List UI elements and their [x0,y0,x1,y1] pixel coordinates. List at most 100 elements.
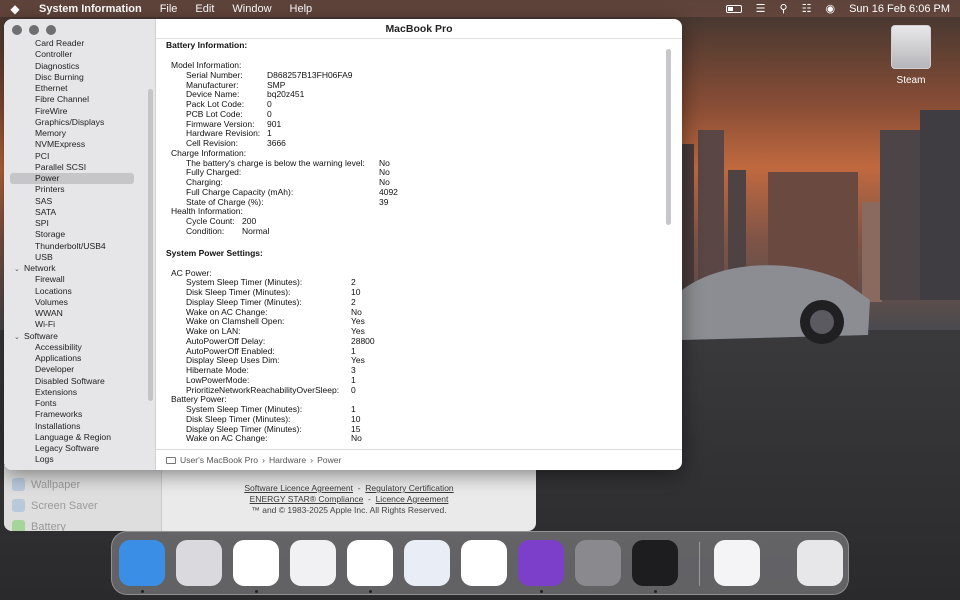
dock-vscode-icon[interactable] [347,540,393,586]
sidebar-item-label: Fonts [35,398,57,408]
sidebar-item-label: Controller [35,49,73,60]
dock-finder-icon[interactable] [119,540,165,586]
detail-scrollbar[interactable] [666,49,671,225]
sidebar-item[interactable]: Memory [4,128,150,139]
sidebar-item[interactable]: Disabled Software [4,376,150,387]
sidebar-item[interactable]: NVMExpress [4,139,150,150]
menu-help[interactable]: Help [281,3,322,15]
settings-sidebar-screen-saver[interactable]: Screen Saver [4,495,161,516]
sidebar-item[interactable]: Developer [4,364,150,375]
sidebar-item[interactable]: Power [10,173,134,185]
sidebar-item[interactable]: Wi-Fi [4,319,150,330]
sidebar-item[interactable]: Frameworks [4,409,150,420]
path-hardware[interactable]: Hardware [269,455,306,465]
siri-icon[interactable]: ◉ [825,2,835,15]
sidebar-item-label: SATA [35,206,57,217]
sidebar-item[interactable]: Applications [4,353,150,364]
sidebar-item[interactable]: Logs [4,454,150,465]
dock-mongodb-icon[interactable] [461,540,507,586]
path-power[interactable]: Power [317,455,341,465]
screen-saver-icon [12,499,25,512]
sidebar-item-label: Frameworks [35,409,83,420]
sidebar-item[interactable]: Ethernet [4,83,150,94]
sidebar-item-label: Disabled Software [35,375,105,386]
dock-xcode-instruments-icon[interactable] [290,540,336,586]
apple-menu-icon[interactable]: ◆ [0,2,30,16]
info-key: Condition: [186,225,225,236]
sidebar-item[interactable]: Thunderbolt/USB4 [4,241,150,252]
sidebar-item-label: Graphics/Displays [35,116,105,127]
sidebar-item[interactable]: Fonts [4,398,150,409]
close-button[interactable] [12,25,22,35]
chevron-down-icon[interactable]: ⌄ [14,264,24,275]
dock-github-desktop-icon[interactable] [518,540,564,586]
energy-star-link[interactable]: ENERGY STAR® Compliance [250,494,364,504]
regulatory-link[interactable]: Regulatory Certification [365,483,453,493]
info-row: Condition: Normal [156,225,682,237]
sidebar-item[interactable]: PCI [4,151,150,162]
app-menu[interactable]: System Information [30,3,151,15]
sidebar-item[interactable]: Fibre Channel [4,94,150,105]
sidebar-item[interactable]: Controller [4,49,150,60]
dock-terminal-icon[interactable] [632,540,678,586]
sidebar-item-label: SPI [35,218,49,228]
sidebar-item[interactable]: USB [4,252,150,263]
sidebar-item[interactable]: Locations [4,286,150,297]
sidebar-item[interactable]: Extensions [4,387,150,398]
dock-archive-utility-icon[interactable] [714,540,760,586]
sidebar-item[interactable]: SAS [4,196,150,207]
dock-system-settings-icon[interactable] [575,540,621,586]
sidebar-item[interactable]: Diagnostics [4,61,150,72]
chevron-down-icon[interactable]: ⌄ [14,332,24,343]
settings-sidebar-battery[interactable]: Battery [4,516,161,531]
dock-chrome-icon[interactable] [233,540,279,586]
sidebar-item-label: Firewall [35,274,65,285]
search-icon[interactable]: ⚲ [780,2,788,15]
dock-launchpad-icon[interactable] [176,540,222,586]
sidebar-item[interactable]: Legacy Software [4,443,150,454]
dock-postgres-icon[interactable] [404,540,450,586]
desktop-drive-steam[interactable]: Steam [885,25,937,86]
control-center-icon[interactable]: ☷ [802,2,812,15]
menu-edit[interactable]: Edit [186,3,223,15]
battery-status-icon[interactable] [725,4,742,13]
sidebar-item-label: Power [35,173,60,183]
sidebar-item[interactable]: SATA [4,207,150,218]
zoom-button[interactable] [46,25,56,35]
software-licence-link[interactable]: Software Licence Agreement [244,483,353,493]
info-value: bq20z451 [267,89,305,100]
sidebar-item[interactable]: Parallel SCSI [4,162,150,173]
path-bar: User's MacBook Pro › Hardware › Power [156,449,682,470]
sidebar-item-label: Card Reader [35,38,85,48]
window-controls [12,25,56,35]
sidebar-item[interactable]: Graphics/Displays [4,117,150,128]
sidebar-item[interactable]: Accessibility [4,342,150,353]
minimize-button[interactable] [29,25,39,35]
menu-file[interactable]: File [151,3,187,15]
sidebar-item[interactable]: Firewall [4,274,150,285]
sidebar-item[interactable]: WWAN [4,308,150,319]
sidebar-item[interactable]: Volumes [4,297,150,308]
sidebar-item[interactable]: Card Reader [4,38,150,49]
sidebar-item[interactable]: Disc Burning [4,72,150,83]
sidebar-item[interactable]: Language & Region [4,432,150,443]
dock-trash-icon[interactable] [797,540,843,586]
sidebar-item[interactable]: Installations [4,421,150,432]
licence-agreement-link[interactable]: Licence Agreement [376,494,449,504]
sidebar-item[interactable]: ⌄ Software [4,331,150,342]
sidebar-item[interactable]: ⌄ Network [4,263,150,274]
sidebar-item[interactable]: Storage [4,229,150,240]
sidebar-item-label: Diagnostics [35,60,80,71]
sidebar-item-label: Language & Region [35,431,111,442]
dock-running-indicator [654,590,657,593]
sidebar-item[interactable]: FireWire [4,106,150,117]
menu-clock[interactable]: Sun 16 Feb 6:06 PM [849,3,950,15]
sidebar-item[interactable]: SPI [4,218,150,229]
menu-window[interactable]: Window [223,3,280,15]
settings-sidebar-wallpaper[interactable]: Wallpaper [4,474,161,495]
wifi-icon[interactable]: ☰ [756,2,766,15]
path-computer[interactable]: User's MacBook Pro [180,455,258,465]
sidebar-item[interactable]: Printers [4,184,150,195]
sidebar-scrollbar[interactable] [148,89,153,401]
copyright-text: ™ and © 1983-2025 Apple Inc. All Rights … [251,505,447,515]
